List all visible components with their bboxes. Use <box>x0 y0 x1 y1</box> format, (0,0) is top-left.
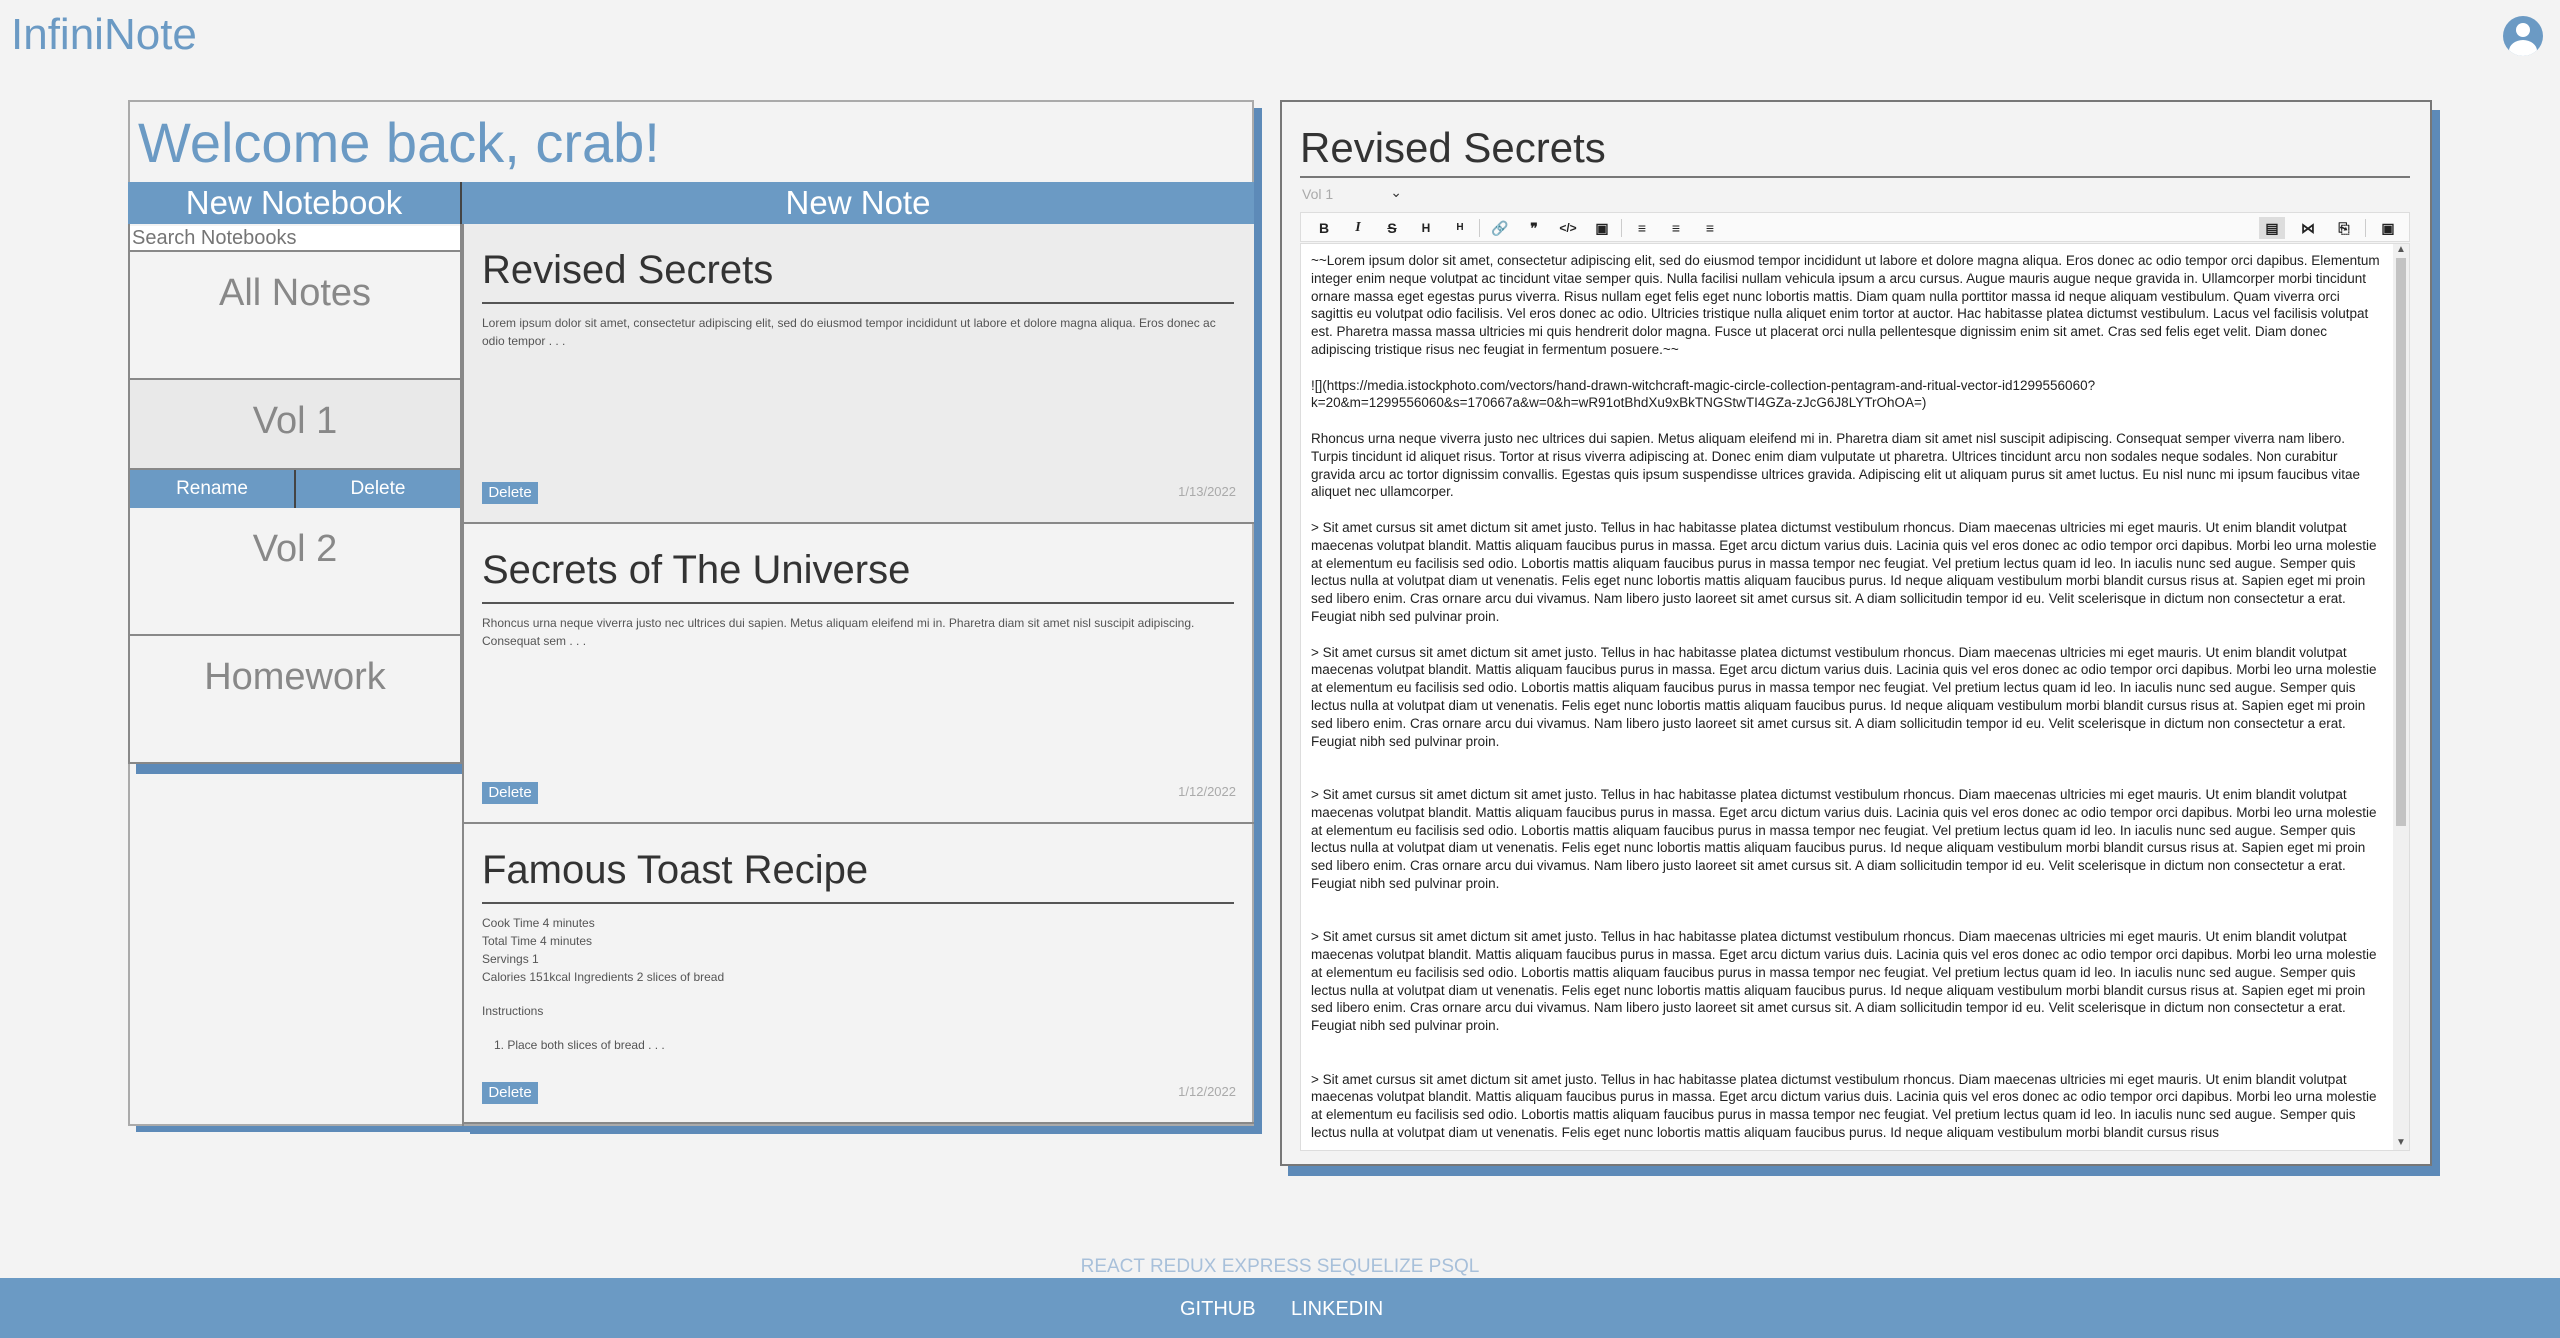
notebook-item-vol-2[interactable]: Vol 2 <box>130 508 460 636</box>
recipe-line: Servings 1 <box>482 952 539 966</box>
notebook-item-vol-1[interactable]: Vol 1 <box>130 380 460 470</box>
toolbar-separator <box>1621 219 1622 237</box>
bold-icon[interactable]: B <box>1311 217 1337 239</box>
welcome-heading: Welcome back, crab! <box>138 111 660 174</box>
quote-icon[interactable]: ❞ <box>1521 217 1547 239</box>
note-title: Revised Secrets <box>482 248 774 292</box>
side-by-side-icon[interactable]: ⋈ <box>2295 217 2321 239</box>
image-icon[interactable]: ▣ <box>1589 217 1615 239</box>
delete-note-button[interactable]: Delete <box>482 782 538 804</box>
notebook-shadow <box>136 764 462 774</box>
note-title: Secrets of The Universe <box>482 548 911 592</box>
app-logo[interactable]: InfiniNote <box>11 10 197 60</box>
toolbar-separator <box>2365 219 2366 237</box>
note-date: 1/12/2022 <box>1178 784 1236 799</box>
editor-content: ~~Lorem ipsum dolor sit amet, consectetu… <box>1311 253 2380 1141</box>
note-preview: Cook Time 4 minutes Total Time 4 minutes… <box>482 914 1234 1054</box>
ordered-list-icon[interactable]: ≡ <box>1663 217 1689 239</box>
editor-textarea[interactable]: ~~Lorem ipsum dolor sit amet, consectetu… <box>1300 243 2410 1151</box>
notebook-item-homework[interactable]: Homework <box>130 636 460 764</box>
new-notebook-button[interactable]: New Notebook <box>128 182 462 224</box>
unordered-list-icon[interactable]: ≡ <box>1629 217 1655 239</box>
scroll-down-icon[interactable]: ▼ <box>2396 1137 2406 1148</box>
note-preview: Rhoncus urna neque viverra justo nec ult… <box>482 616 1195 648</box>
delete-note-button[interactable]: Delete <box>482 482 538 504</box>
avatar-head <box>2516 23 2530 37</box>
link-icon[interactable]: 🔗 <box>1487 217 1513 239</box>
chevron-down-icon: ⌄ <box>1390 184 1402 200</box>
note-card[interactable]: Secrets of The Universe Rhoncus urna neq… <box>464 524 1254 824</box>
notebook-actions: Rename Delete <box>130 470 460 508</box>
preview-icon[interactable]: ▤ <box>2259 217 2285 239</box>
fullscreen-icon[interactable]: ⎘ <box>2331 217 2357 239</box>
footer: GITHUB LINKEDIN <box>0 1278 2560 1338</box>
note-date: 1/12/2022 <box>1178 1084 1236 1099</box>
note-title: Famous Toast Recipe <box>482 848 869 892</box>
notebook-select-value: Vol 1 <box>1302 186 1334 202</box>
code-icon[interactable]: </> <box>1555 217 1581 239</box>
note-date: 1/13/2022 <box>1178 484 1236 499</box>
notes-shadow <box>470 1126 1262 1134</box>
note-divider <box>482 302 1234 304</box>
italic-icon[interactable]: I <box>1345 217 1371 239</box>
heading-smaller-icon[interactable]: H <box>1447 217 1473 239</box>
new-note-button[interactable]: New Note <box>462 182 1254 224</box>
expand-icon[interactable]: ▣ <box>2375 217 2401 239</box>
notebook-search-input[interactable] <box>130 226 460 252</box>
recipe-line: Cook Time 4 minutes <box>482 916 595 930</box>
scrollbar-thumb[interactable] <box>2396 258 2406 826</box>
recipe-line: Total Time 4 minutes <box>482 934 593 948</box>
github-link[interactable]: GITHUB <box>1180 1298 1256 1321</box>
delete-note-button[interactable]: Delete <box>482 1082 538 1104</box>
notebook-item-all-notes[interactable]: All Notes <box>130 252 460 380</box>
user-avatar-icon[interactable] <box>2503 16 2543 56</box>
strikethrough-icon[interactable]: S <box>1379 217 1405 239</box>
toolbar-separator <box>1479 219 1480 237</box>
scroll-up-icon[interactable]: ▲ <box>2396 244 2406 255</box>
note-card[interactable]: Famous Toast Recipe Cook Time 4 minutes … <box>464 824 1254 1124</box>
heading-icon[interactable]: H <box>1413 217 1439 239</box>
recipe-instructions-label: Instructions <box>482 1004 544 1018</box>
notebook-select[interactable]: Vol 1 ⌄ <box>1302 184 1406 206</box>
editor-title-input[interactable]: Revised Secrets <box>1300 124 1606 172</box>
recipe-line: Calories 151kcal Ingredients 2 slices of… <box>482 970 725 984</box>
delete-notebook-button[interactable]: Delete <box>296 470 460 508</box>
editor-scrollbar[interactable]: ▲ ▼ <box>2393 244 2409 1150</box>
rename-notebook-button[interactable]: Rename <box>130 470 296 508</box>
markdown-toolbar: B I S H H 🔗 ❞ </> ▣ ≡ ≡ ≡ ▤ ⋈ ⎘ ▣ <box>1300 212 2410 242</box>
editor-title-divider <box>1300 176 2410 178</box>
checklist-icon[interactable]: ≡ <box>1697 217 1723 239</box>
tech-stack-text: REACT REDUX EXPRESS SEQUELIZE PSQL <box>1080 1256 1480 1277</box>
note-divider <box>482 602 1234 604</box>
linkedin-link[interactable]: LINKEDIN <box>1291 1298 1383 1321</box>
note-preview: Lorem ipsum dolor sit amet, consectetur … <box>482 316 1216 348</box>
avatar-body <box>2509 40 2537 56</box>
note-card[interactable]: Revised Secrets Lorem ipsum dolor sit am… <box>464 224 1254 524</box>
note-divider <box>482 902 1234 904</box>
recipe-step: 1. Place both slices of bread . . . <box>494 1038 665 1052</box>
